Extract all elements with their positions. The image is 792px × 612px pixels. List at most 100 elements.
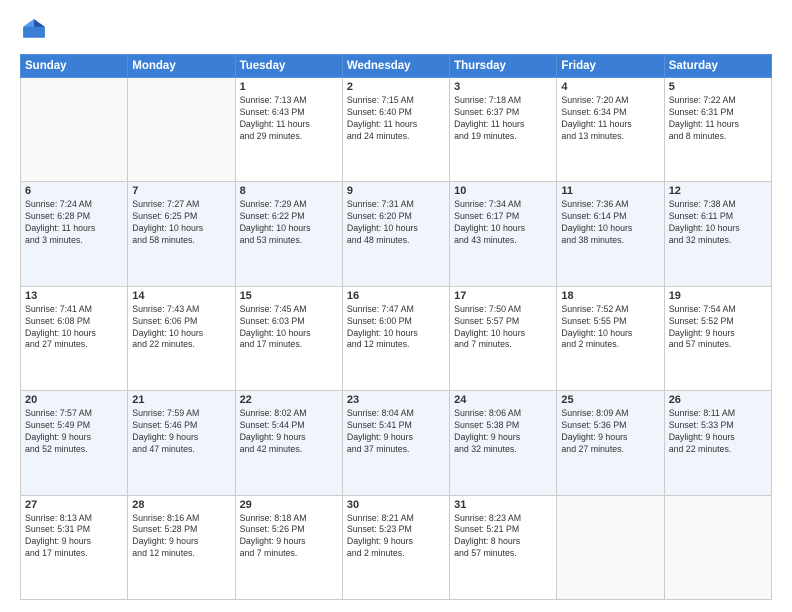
day-info: Sunrise: 7:54 AM Sunset: 5:52 PM Dayligh… [669,304,767,352]
day-number: 21 [132,394,230,406]
day-number: 6 [25,185,123,197]
day-info: Sunrise: 7:27 AM Sunset: 6:25 PM Dayligh… [132,199,230,247]
day-info: Sunrise: 7:47 AM Sunset: 6:00 PM Dayligh… [347,304,445,352]
day-header-monday: Monday [128,55,235,78]
day-info: Sunrise: 8:06 AM Sunset: 5:38 PM Dayligh… [454,408,552,456]
calendar-cell: 13Sunrise: 7:41 AM Sunset: 6:08 PM Dayli… [21,286,128,390]
day-info: Sunrise: 8:02 AM Sunset: 5:44 PM Dayligh… [240,408,338,456]
logo [20,16,52,44]
logo-icon [20,16,48,44]
calendar-cell: 4 Sunrise: 7:20 AM Sunset: 6:34 PM Daylig… [557,78,664,182]
day-info: Sunrise: 8:16 AM Sunset: 5:28 PM Dayligh… [132,513,230,561]
day-info: Sunrise: 7:13 AM Sunset: 6:43 PM Dayligh… [240,95,338,143]
calendar-cell: 17 Sunrise: 7:50 AM Sunset: 5:57 PM Dayli… [450,286,557,390]
day-info: Sunrise: 7:50 AM Sunset: 5:57 PM Dayligh… [454,304,552,352]
calendar-week-row: 1Sunrise: 7:13 AM Sunset: 6:43 PM Daylig… [21,78,772,182]
day-number: 3 [454,81,552,93]
day-header-friday: Friday [557,55,664,78]
calendar-cell: 20Sunrise: 7:57 AM Sunset: 5:49 PM Dayli… [21,391,128,495]
calendar-cell: 15Sunrise: 7:45 AM Sunset: 6:03 PM Dayli… [235,286,342,390]
day-info: Sunrise: 7:41 AM Sunset: 6:08 PM Dayligh… [25,304,123,352]
calendar-cell: 18 Sunrise: 7:52 AM Sunset: 5:55 PM Dayli… [557,286,664,390]
day-header-thursday: Thursday [450,55,557,78]
header [20,16,772,44]
day-number: 24 [454,394,552,406]
day-number: 4 [561,81,659,93]
calendar-cell: 3 Sunrise: 7:18 AM Sunset: 6:37 PM Daylig… [450,78,557,182]
day-info: Sunrise: 8:11 AM Sunset: 5:33 PM Dayligh… [669,408,767,456]
calendar-cell: 24 Sunrise: 8:06 AM Sunset: 5:38 PM Dayli… [450,391,557,495]
day-number: 16 [347,290,445,302]
calendar-cell: 8 Sunrise: 7:29 AM Sunset: 6:22 PM Daylig… [235,182,342,286]
calendar-cell [21,78,128,182]
calendar-cell [557,495,664,599]
page: SundayMondayTuesdayWednesdayThursdayFrid… [0,0,792,612]
day-info: Sunrise: 7:52 AM Sunset: 5:55 PM Dayligh… [561,304,659,352]
day-number: 9 [347,185,445,197]
day-number: 10 [454,185,552,197]
day-number: 17 [454,290,552,302]
calendar-week-row: 6 Sunrise: 7:24 AM Sunset: 6:28 PM Daylig… [21,182,772,286]
day-info: Sunrise: 7:34 AM Sunset: 6:17 PM Dayligh… [454,199,552,247]
day-number: 5 [669,81,767,93]
calendar-cell: 29 Sunrise: 8:18 AM Sunset: 5:26 PM Dayli… [235,495,342,599]
calendar-cell: 28 Sunrise: 8:16 AM Sunset: 5:28 PM Dayli… [128,495,235,599]
day-info: Sunrise: 7:38 AM Sunset: 6:11 PM Dayligh… [669,199,767,247]
day-info: Sunrise: 8:21 AM Sunset: 5:23 PM Dayligh… [347,513,445,561]
day-info: Sunrise: 7:24 AM Sunset: 6:28 PM Dayligh… [25,199,123,247]
day-info: Sunrise: 8:04 AM Sunset: 5:41 PM Dayligh… [347,408,445,456]
calendar-week-row: 13Sunrise: 7:41 AM Sunset: 6:08 PM Dayli… [21,286,772,390]
day-number: 30 [347,499,445,511]
day-info: Sunrise: 8:23 AM Sunset: 5:21 PM Dayligh… [454,513,552,561]
calendar-cell: 23Sunrise: 8:04 AM Sunset: 5:41 PM Dayli… [342,391,449,495]
day-number: 26 [669,394,767,406]
day-info: Sunrise: 7:57 AM Sunset: 5:49 PM Dayligh… [25,408,123,456]
calendar-cell: 10 Sunrise: 7:34 AM Sunset: 6:17 PM Dayli… [450,182,557,286]
calendar-cell [664,495,771,599]
day-number: 25 [561,394,659,406]
calendar-cell: 6 Sunrise: 7:24 AM Sunset: 6:28 PM Daylig… [21,182,128,286]
day-info: Sunrise: 7:45 AM Sunset: 6:03 PM Dayligh… [240,304,338,352]
calendar-cell: 25 Sunrise: 8:09 AM Sunset: 5:36 PM Dayli… [557,391,664,495]
day-info: Sunrise: 7:22 AM Sunset: 6:31 PM Dayligh… [669,95,767,143]
day-number: 18 [561,290,659,302]
day-number: 22 [240,394,338,406]
day-number: 27 [25,499,123,511]
calendar-cell: 22 Sunrise: 8:02 AM Sunset: 5:44 PM Dayli… [235,391,342,495]
day-info: Sunrise: 7:43 AM Sunset: 6:06 PM Dayligh… [132,304,230,352]
day-info: Sunrise: 8:09 AM Sunset: 5:36 PM Dayligh… [561,408,659,456]
calendar-cell: 14 Sunrise: 7:43 AM Sunset: 6:06 PM Dayli… [128,286,235,390]
calendar-cell: 21 Sunrise: 7:59 AM Sunset: 5:46 PM Dayli… [128,391,235,495]
day-number: 19 [669,290,767,302]
day-info: Sunrise: 7:29 AM Sunset: 6:22 PM Dayligh… [240,199,338,247]
day-number: 11 [561,185,659,197]
calendar-cell: 16 Sunrise: 7:47 AM Sunset: 6:00 PM Dayli… [342,286,449,390]
calendar-week-row: 20Sunrise: 7:57 AM Sunset: 5:49 PM Dayli… [21,391,772,495]
day-number: 12 [669,185,767,197]
calendar-table: SundayMondayTuesdayWednesdayThursdayFrid… [20,54,772,600]
day-header-wednesday: Wednesday [342,55,449,78]
calendar-cell: 12 Sunrise: 7:38 AM Sunset: 6:11 PM Dayli… [664,182,771,286]
calendar-cell: 30 Sunrise: 8:21 AM Sunset: 5:23 PM Dayli… [342,495,449,599]
day-number: 31 [454,499,552,511]
day-info: Sunrise: 8:18 AM Sunset: 5:26 PM Dayligh… [240,513,338,561]
day-number: 14 [132,290,230,302]
calendar-cell: 19 Sunrise: 7:54 AM Sunset: 5:52 PM Dayli… [664,286,771,390]
day-info: Sunrise: 7:20 AM Sunset: 6:34 PM Dayligh… [561,95,659,143]
day-info: Sunrise: 7:59 AM Sunset: 5:46 PM Dayligh… [132,408,230,456]
day-info: Sunrise: 7:31 AM Sunset: 6:20 PM Dayligh… [347,199,445,247]
day-number: 28 [132,499,230,511]
day-header-saturday: Saturday [664,55,771,78]
day-info: Sunrise: 7:36 AM Sunset: 6:14 PM Dayligh… [561,199,659,247]
day-info: Sunrise: 7:15 AM Sunset: 6:40 PM Dayligh… [347,95,445,143]
calendar-cell: 26 Sunrise: 8:11 AM Sunset: 5:33 PM Dayli… [664,391,771,495]
day-info: Sunrise: 8:13 AM Sunset: 5:31 PM Dayligh… [25,513,123,561]
day-header-sunday: Sunday [21,55,128,78]
day-number: 8 [240,185,338,197]
calendar-cell [128,78,235,182]
day-number: 7 [132,185,230,197]
calendar-week-row: 27 Sunrise: 8:13 AM Sunset: 5:31 PM Dayli… [21,495,772,599]
day-info: Sunrise: 7:18 AM Sunset: 6:37 PM Dayligh… [454,95,552,143]
day-number: 29 [240,499,338,511]
calendar-cell: 7 Sunrise: 7:27 AM Sunset: 6:25 PM Daylig… [128,182,235,286]
